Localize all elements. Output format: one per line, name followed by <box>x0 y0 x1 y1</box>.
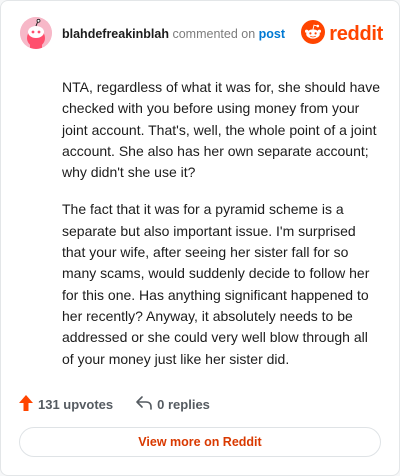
username-link[interactable]: blahdefreakinblah <box>62 27 169 41</box>
reddit-wordmark: reddit <box>329 22 383 45</box>
reddit-comment-card: blahdefreakinblah commented on post redd… <box>0 0 400 476</box>
comment-paragraph: NTA, regardless of what it was for, she … <box>62 79 381 181</box>
comment-body: NTA, regardless of what it was for, she … <box>62 77 380 386</box>
comment-header: blahdefreakinblah commented on post redd… <box>1 1 399 65</box>
comment-meta: blahdefreakinblah commented on post <box>62 27 285 41</box>
comment-paragraph: The fact that it was for a pyramid schem… <box>62 201 370 367</box>
reply-button[interactable]: 0 replies <box>135 395 210 414</box>
upvote-button[interactable]: 131 upvotes <box>18 394 113 415</box>
view-more-button[interactable]: View more on Reddit <box>19 427 381 457</box>
upvote-arrow-icon <box>18 394 34 415</box>
action-text: commented on <box>172 27 256 41</box>
post-link[interactable]: post <box>259 27 285 41</box>
upvote-count: 131 upvotes <box>38 396 114 412</box>
reddit-logo-icon <box>301 19 326 49</box>
snoo-avatar-icon[interactable] <box>20 17 52 49</box>
reply-count: 0 replies <box>157 396 210 412</box>
reply-arrow-icon <box>135 395 153 414</box>
comment-actions: 131 upvotes 0 replies <box>18 394 210 414</box>
reddit-brand[interactable]: reddit <box>301 19 383 49</box>
